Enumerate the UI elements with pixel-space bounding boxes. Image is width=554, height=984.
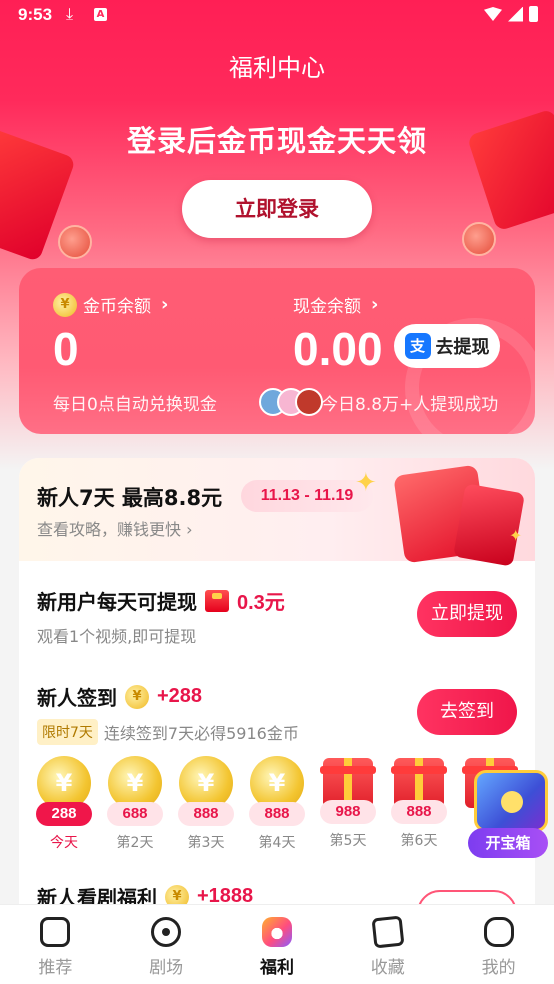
withdraw-button[interactable]: 支 去提现 bbox=[394, 324, 500, 368]
day-label: 第3天 bbox=[187, 835, 225, 851]
page-title: 福利中心 bbox=[229, 54, 325, 82]
day-amount: 288 bbox=[36, 802, 92, 826]
nav-label: 福利 bbox=[259, 958, 294, 978]
date-range-badge: 11.13 - 11.19 bbox=[241, 480, 373, 512]
cash-balance-value: 0.00 bbox=[293, 323, 383, 375]
download-icon: ⤓ bbox=[66, 4, 74, 23]
day-label: 今天 bbox=[50, 835, 78, 851]
nav-label: 推荐 bbox=[38, 958, 73, 978]
recommend-icon bbox=[40, 917, 71, 947]
day-amount: 888 bbox=[249, 802, 305, 826]
promo-headline: 登录后金币现金天天领 bbox=[126, 124, 427, 158]
welfare-icon bbox=[261, 917, 292, 947]
treasure-chest-icon bbox=[474, 770, 548, 832]
theater-icon bbox=[151, 917, 182, 947]
status-bar: 9:53 ⤓ A bbox=[0, 0, 554, 32]
balance-card: ¥ 金币余额 › 0 每日0点自动兑换现金 现金余额 › 0.00 支 去提现 … bbox=[19, 268, 535, 434]
nav-label: 收藏 bbox=[370, 958, 405, 978]
coin-balance-label: 金币余额 bbox=[83, 297, 151, 317]
login-button[interactable]: 立即登录 bbox=[182, 180, 372, 238]
status-time: 9:53 bbox=[18, 5, 53, 24]
day-label: 第6天 bbox=[400, 833, 438, 849]
coin-balance-link[interactable]: ¥ 金币余额 › bbox=[53, 292, 168, 317]
task-title: 新人签到 bbox=[37, 686, 117, 710]
nav-label: 我的 bbox=[481, 958, 516, 978]
strategy-link[interactable]: 查看攻略，赚钱更快 › bbox=[37, 516, 193, 540]
profile-icon bbox=[483, 917, 514, 947]
coin-decoration bbox=[58, 225, 92, 259]
coin-decoration bbox=[462, 222, 496, 256]
nav-label: 剧场 bbox=[149, 958, 184, 978]
wifi-icon bbox=[484, 7, 502, 21]
cash-balance-link[interactable]: 现金余额 › bbox=[293, 292, 378, 317]
task-reward: +288 bbox=[157, 685, 203, 707]
day-amount: 888 bbox=[178, 802, 234, 826]
day-amount: 688 bbox=[107, 802, 163, 826]
nav-welfare[interactable]: 福利 bbox=[222, 905, 333, 984]
withdraw-now-button[interactable]: 立即提现 bbox=[417, 591, 517, 637]
treasure-label: 开宝箱 bbox=[468, 828, 548, 858]
task-desc: 连续签到7天必得5916金币 bbox=[103, 724, 299, 743]
system-icons bbox=[484, 6, 538, 22]
day-amount: 988 bbox=[320, 800, 376, 824]
chevron-right-icon: › bbox=[371, 294, 379, 315]
signin-day[interactable]: ¥ 288 今天 bbox=[33, 756, 95, 852]
favorites-icon bbox=[371, 915, 405, 949]
signin-day[interactable]: 988 第5天 bbox=[317, 756, 379, 850]
signin-day[interactable]: ¥ 688 第2天 bbox=[104, 756, 166, 852]
task-desc: 观看1个视频,即可提现 bbox=[37, 627, 197, 646]
signin-calendar: ¥ 288 今天 ¥ 688 第2天 ¥ 888 第3天 ¥ 888 第4天 9… bbox=[33, 756, 533, 856]
task-reward: 0.3元 bbox=[237, 592, 285, 614]
a-icon: A bbox=[94, 8, 107, 21]
nav-theater[interactable]: 剧场 bbox=[111, 905, 222, 984]
signin-day[interactable]: ¥ 888 第3天 bbox=[175, 756, 237, 852]
withdraw-label: 去提现 bbox=[435, 337, 490, 358]
day-label: 第4天 bbox=[258, 835, 296, 851]
coin-balance-note: 每日0点自动兑换现金 bbox=[53, 395, 217, 415]
signin-day[interactable]: ¥ 888 第4天 bbox=[246, 756, 308, 852]
bottom-nav: 推荐 剧场 福利 收藏 我的 bbox=[0, 904, 554, 984]
newbie-title: 新人7天 最高8.8元 bbox=[37, 486, 223, 510]
cash-balance-label: 现金余额 bbox=[293, 297, 361, 317]
signin-day[interactable]: 888 第6天 bbox=[388, 756, 450, 850]
day-label: 第2天 bbox=[116, 835, 154, 851]
sparkle-icon: ✦ bbox=[509, 526, 523, 545]
nav-favorites[interactable]: 收藏 bbox=[332, 905, 443, 984]
battery-icon bbox=[529, 6, 538, 22]
coin-icon: ¥ bbox=[125, 684, 149, 709]
nav-recommend[interactable]: 推荐 bbox=[0, 905, 111, 984]
limited-time-badge: 限时7天 bbox=[37, 719, 98, 745]
coin-balance-value: 0 bbox=[53, 323, 79, 375]
treasure-chest-button[interactable]: 开宝箱 bbox=[468, 770, 552, 860]
cash-envelope-icon bbox=[205, 589, 229, 612]
nav-profile[interactable]: 我的 bbox=[443, 905, 554, 984]
signin-button[interactable]: 去签到 bbox=[417, 689, 517, 735]
day-label: 第5天 bbox=[329, 833, 367, 849]
signal-icon bbox=[508, 6, 523, 22]
cash-balance-note: 今日8.8万+人提现成功 bbox=[321, 395, 499, 415]
newbie-banner[interactable]: 新人7天 最高8.8元 11.13 - 11.19 查看攻略，赚钱更快 › ✦ … bbox=[19, 458, 535, 567]
avatar-group bbox=[259, 388, 323, 416]
avatar bbox=[295, 388, 323, 416]
sparkle-icon: ✦ bbox=[355, 468, 377, 498]
alipay-icon: 支 bbox=[404, 333, 431, 359]
coin-icon: ¥ bbox=[53, 292, 77, 317]
day-amount: 888 bbox=[391, 800, 447, 824]
task-title: 新用户每天可提现 bbox=[37, 590, 197, 614]
chevron-right-icon: › bbox=[161, 294, 169, 315]
red-packet-icon bbox=[453, 483, 525, 567]
